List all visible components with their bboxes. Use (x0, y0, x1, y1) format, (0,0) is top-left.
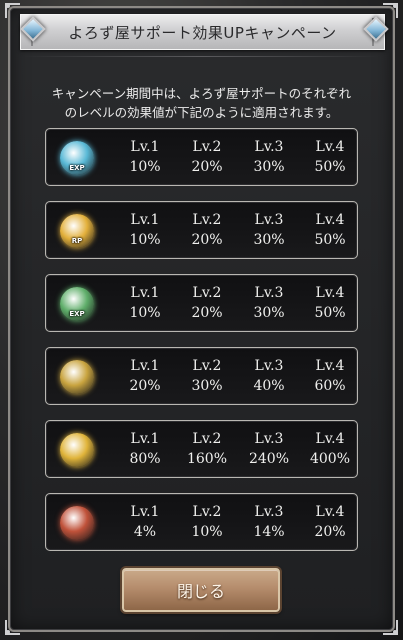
effect-value: 30% (253, 305, 285, 321)
effect-value: 20% (129, 378, 161, 394)
effect-value: 40% (253, 378, 285, 394)
level-label: Lv.1 (130, 285, 160, 301)
level-label: Lv.2 (192, 504, 222, 520)
swords-icon (60, 360, 94, 394)
corner-ornament-icon (5, 620, 20, 635)
level-label: Lv.2 (192, 431, 222, 447)
effect-value: 30% (253, 232, 285, 248)
level-label: Lv.1 (130, 212, 160, 228)
level-cell: Lv.1 80% (116, 429, 174, 469)
level-label: Lv.1 (130, 358, 160, 374)
level-cell: Lv.3 40% (240, 356, 298, 396)
level-label: Lv.4 (315, 431, 345, 447)
level-cell: Lv.4 50% (301, 137, 359, 177)
level-label: Lv.3 (254, 504, 284, 520)
level-cell: Lv.2 160% (178, 429, 236, 469)
effect-value: 50% (314, 159, 346, 175)
effect-value: 20% (314, 524, 346, 540)
dialog-title-bar: よろず屋サポート効果UPキャンペーン (20, 14, 385, 50)
icon-label: RP (71, 237, 83, 245)
coins-icon (60, 433, 94, 467)
level-label: Lv.1 (130, 431, 160, 447)
effect-value: 240% (248, 451, 290, 467)
level-cell: Lv.2 10% (178, 502, 236, 542)
effect-value: 20% (191, 159, 223, 175)
level-cell: Lv.4 20% (301, 502, 359, 542)
effect-value: 80% (129, 451, 161, 467)
level-label: Lv.2 (192, 358, 222, 374)
level-cell: Lv.2 20% (178, 137, 236, 177)
level-cell: Lv.1 10% (116, 283, 174, 323)
level-label: Lv.4 (315, 285, 345, 301)
level-cell: Lv.4 50% (301, 210, 359, 250)
effect-value: 10% (129, 159, 161, 175)
level-label: Lv.3 (254, 139, 284, 155)
level-cell: Lv.2 30% (178, 356, 236, 396)
level-cell: Lv.1 4% (116, 502, 174, 542)
support-effect-row: RP Lv.1 10% Lv.2 20% Lv.3 30% Lv.4 50% (45, 201, 358, 259)
treasure-chest-icon (60, 506, 94, 540)
level-cell: Lv.1 10% (116, 137, 174, 177)
effect-value: 20% (191, 232, 223, 248)
effect-value: 20% (191, 305, 223, 321)
weapon-exp-icon: EXP (60, 287, 94, 321)
support-effect-row: EXP Lv.1 10% Lv.2 20% Lv.3 30% Lv.4 50% (45, 274, 358, 332)
level-label: Lv.2 (192, 139, 222, 155)
level-cell: Lv.2 20% (178, 283, 236, 323)
effect-value: 10% (129, 305, 161, 321)
effect-value: 10% (129, 232, 161, 248)
effect-value: 30% (253, 159, 285, 175)
support-effect-row: Lv.1 20% Lv.2 30% Lv.3 40% Lv.4 60% (45, 347, 358, 405)
level-label: Lv.1 (130, 504, 160, 520)
level-cell: Lv.3 14% (240, 502, 298, 542)
description-line: キャンペーン期間中は、よろず屋サポートのそれぞれ (51, 86, 352, 101)
level-cell: Lv.3 30% (240, 210, 298, 250)
icon-label: EXP (69, 310, 85, 318)
level-label: Lv.4 (315, 212, 345, 228)
effect-value: 50% (314, 232, 346, 248)
close-button[interactable]: 閉じる (122, 568, 280, 612)
level-cell: Lv.3 240% (240, 429, 298, 469)
effect-value: 14% (253, 524, 285, 540)
support-effect-row: Lv.1 80% Lv.2 160% Lv.3 240% Lv.4 400% (45, 420, 358, 478)
level-label: Lv.3 (254, 285, 284, 301)
level-cell: Lv.1 20% (116, 356, 174, 396)
support-effect-row: EXP Lv.1 10% Lv.2 20% Lv.3 30% Lv.4 50% (45, 128, 358, 186)
level-cell: Lv.3 30% (240, 137, 298, 177)
corner-ornament-icon (383, 620, 398, 635)
campaign-description: キャンペーン期間中は、よろず屋サポートのそれぞれ のレベルの効果値が下記のように… (30, 84, 373, 122)
effect-value: 4% (133, 524, 157, 540)
exp-icon: EXP (60, 141, 94, 175)
level-cell: Lv.4 60% (301, 356, 359, 396)
effect-value: 30% (191, 378, 223, 394)
icon-label: EXP (69, 164, 85, 172)
level-label: Lv.4 (315, 358, 345, 374)
level-label: Lv.4 (315, 504, 345, 520)
level-cell: Lv.3 30% (240, 283, 298, 323)
rp-icon: RP (60, 214, 94, 248)
dialog-title: よろず屋サポート効果UPキャンペーン (68, 23, 337, 42)
effect-value: 60% (314, 378, 346, 394)
close-button-label: 閉じる (176, 582, 225, 601)
level-cell: Lv.4 400% (301, 429, 359, 469)
level-label: Lv.2 (192, 212, 222, 228)
level-cell: Lv.2 20% (178, 210, 236, 250)
description-line: のレベルの効果値が下記のように適用されます。 (64, 105, 339, 120)
level-cell: Lv.4 50% (301, 283, 359, 323)
level-label: Lv.2 (192, 285, 222, 301)
effect-value: 400% (309, 451, 351, 467)
support-effect-row: Lv.1 4% Lv.2 10% Lv.3 14% Lv.4 20% (45, 493, 358, 551)
level-label: Lv.3 (254, 212, 284, 228)
level-label: Lv.3 (254, 431, 284, 447)
level-label: Lv.3 (254, 358, 284, 374)
level-cell: Lv.1 10% (116, 210, 174, 250)
effect-value: 10% (191, 524, 223, 540)
level-label: Lv.1 (130, 139, 160, 155)
effect-value: 50% (314, 305, 346, 321)
divider (24, 56, 379, 57)
effect-value: 160% (186, 451, 228, 467)
level-label: Lv.4 (315, 139, 345, 155)
